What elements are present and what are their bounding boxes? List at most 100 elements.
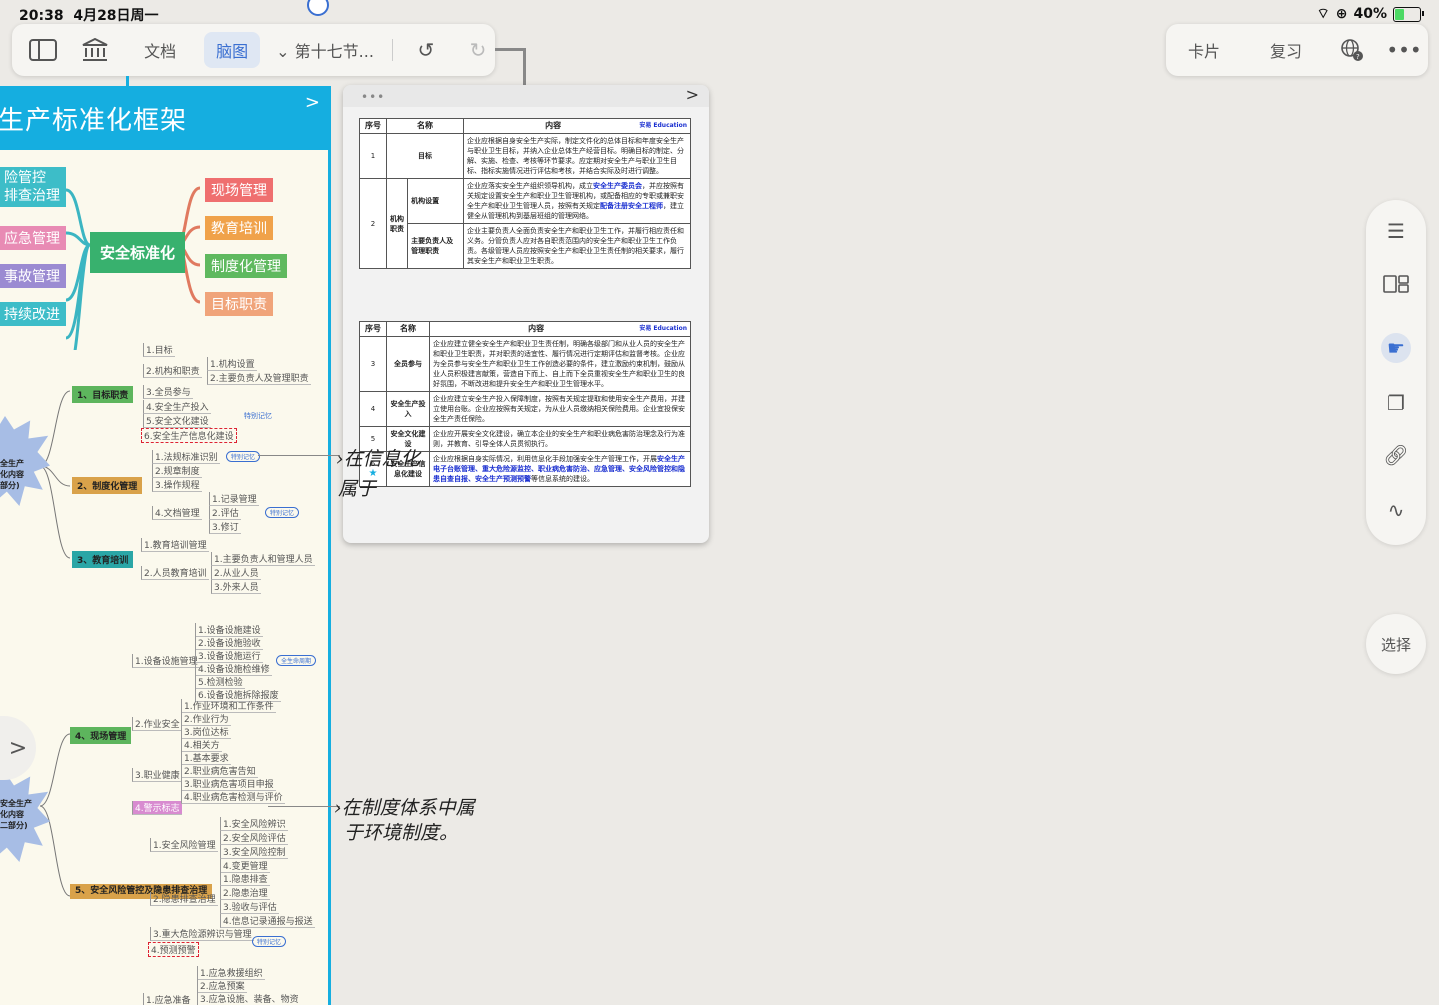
drag-handle-icon[interactable]: •••: [361, 90, 385, 104]
pen-icon[interactable]: ∿: [1381, 495, 1411, 525]
review-button[interactable]: 复习: [1258, 32, 1314, 68]
tree-item[interactable]: 2.安全风险评估: [220, 831, 288, 845]
tree-item[interactable]: 3.修订: [209, 520, 241, 534]
tree-item[interactable]: 2.规章制度: [152, 464, 202, 478]
tree-item[interactable]: 2.作业行为: [181, 712, 231, 726]
tree-item[interactable]: 1.设备设施管理: [132, 654, 200, 668]
tree-item[interactable]: 1.安全风险辨识: [220, 817, 288, 831]
tree-item[interactable]: 3.安全风险控制: [220, 845, 288, 859]
tree-item[interactable]: 4.设备设施检维修: [195, 662, 272, 676]
tree-item[interactable]: 1.主要负责人和管理人员: [211, 552, 315, 566]
tree-item[interactable]: 1.应急救援组织: [197, 966, 265, 980]
tree-item[interactable]: 1.应急准备: [143, 993, 193, 1005]
tree-item[interactable]: 3.职业健康: [132, 768, 182, 782]
outline-list-icon[interactable]: ☰: [1381, 216, 1411, 246]
tree-item[interactable]: 4.信息记录通报与报送: [220, 914, 315, 928]
tree-item[interactable]: 4.安全生产投入: [143, 400, 211, 414]
node-goal-duty[interactable]: 1、目标职责: [72, 386, 134, 403]
tree-item[interactable]: 3.全员参与: [143, 385, 193, 399]
pointer-hand-icon[interactable]: ☛: [1381, 333, 1411, 363]
handwritten-note-2b: 于环境制度。: [344, 822, 459, 844]
tree-item[interactable]: 1.机构设置: [207, 357, 257, 371]
left-box-risk[interactable]: 险管控 排查治理: [0, 167, 66, 207]
mindmap-panel: 生产标准化框架 > 险管控 排查治理 应急管理 事故管理 持续改进 安全标准化 现…: [0, 86, 331, 1005]
tree-item[interactable]: 1.作业环境和工作条件: [181, 699, 276, 713]
tree-item[interactable]: 3.职业病危害项目申报: [181, 777, 276, 791]
tree-item[interactable]: 5.检测检验: [195, 675, 245, 689]
right-box-site[interactable]: 现场管理: [205, 178, 273, 202]
special-memory-tag: 特别记忆: [252, 936, 287, 947]
tree-item[interactable]: 2.作业安全: [132, 717, 182, 731]
tree-item[interactable]: 2.职业病危害告知: [181, 764, 258, 778]
card-button[interactable]: 卡片: [1176, 32, 1232, 68]
tree-item[interactable]: 2.从业人员: [211, 566, 261, 580]
right-box-goal[interactable]: 目标职责: [205, 292, 273, 316]
layout-icon[interactable]: [1381, 269, 1411, 299]
tab-document[interactable]: 文档: [132, 32, 188, 68]
burst-part1-label: 全生产 化内容 部分): [0, 459, 24, 490]
tree-item[interactable]: 1.安全风险管理: [150, 838, 218, 852]
right-box-system[interactable]: 制度化管理: [205, 254, 287, 278]
web-search-icon[interactable]: ?: [1334, 32, 1370, 68]
center-node[interactable]: 安全标准化: [90, 232, 186, 273]
tree-item[interactable]: 2.设备设施验收: [195, 636, 263, 650]
chevron-right-icon[interactable]: >: [686, 85, 699, 104]
tree-item-highlighted[interactable]: 6.安全生产信息化建设: [141, 428, 237, 443]
tree-item[interactable]: 2.主要负责人及管理职责: [207, 371, 311, 385]
sidebar-toggle-icon[interactable]: [26, 32, 60, 68]
more-icon[interactable]: •••: [1386, 32, 1422, 68]
tree-item[interactable]: 3.外来人员: [211, 580, 261, 594]
chevron-right-icon[interactable]: >: [305, 92, 320, 113]
tree-item[interactable]: 4.文档管理: [152, 506, 202, 520]
tree-item[interactable]: 1.设备设施建设: [195, 623, 263, 637]
copy-icon[interactable]: ❐: [1381, 388, 1411, 418]
tree-item[interactable]: 1.记录管理: [209, 492, 259, 506]
right-toolbar: 卡片 复习 ? •••: [1166, 24, 1428, 76]
tree-item[interactable]: 2.评估: [209, 506, 241, 520]
tree-item[interactable]: 2.隐患治理: [220, 886, 270, 900]
node-site-mgmt[interactable]: 4、现场管理: [70, 727, 132, 744]
table-header: 内容 安易 Education: [429, 321, 691, 337]
tree-item[interactable]: 3.岗位达标: [181, 725, 231, 739]
tree-item-highlighted[interactable]: 4.预测预警: [148, 942, 199, 957]
tree-item[interactable]: 1.隐患排查: [220, 872, 270, 886]
tree-item[interactable]: 3.应急设施、装备、物资: [197, 992, 301, 1005]
tree-item[interactable]: 2.人员教育培训: [141, 566, 209, 580]
node-system-mgmt[interactable]: 2、制度化管理: [72, 477, 143, 494]
tree-item[interactable]: 1.法规标准识别: [152, 450, 220, 464]
tree-item[interactable]: 4.职业病危害检测与评价: [181, 790, 285, 804]
tree-item[interactable]: 5.安全文化建设: [143, 414, 211, 428]
special-memory-tag: 特别记忆: [226, 451, 261, 462]
tree-item[interactable]: 2.隐患排查治理: [150, 892, 218, 906]
tree-item[interactable]: 2.应急预案: [197, 979, 247, 993]
tree-item[interactable]: 3.设备设施运行: [195, 649, 263, 663]
tab-mindmap[interactable]: 脑图: [204, 32, 261, 68]
handwritten-note-1: ›在信息化: [336, 448, 420, 470]
right-box-training[interactable]: 教育培训: [205, 216, 273, 240]
tree-item[interactable]: 4.变更管理: [220, 859, 270, 873]
tree-item[interactable]: 3.重大危险源辨识与管理: [150, 927, 254, 941]
node-training[interactable]: 3、教育培训: [72, 551, 134, 568]
link-icon[interactable]: 🔗︎: [1381, 440, 1411, 470]
section-dropdown[interactable]: ⌄ 第十七节...: [264, 32, 386, 68]
tree-item[interactable]: 4.相关方: [181, 738, 222, 752]
table-row: 2 机构职责 机构设置 企业应落实安全生产组织领导机构，成立安全生产委员会，并应…: [359, 178, 691, 269]
left-box-accident[interactable]: 事故管理: [0, 264, 66, 288]
tree-item[interactable]: 3.操作规程: [152, 478, 202, 492]
tree-item[interactable]: 4.警示标志: [132, 801, 182, 815]
document-card-header: ••• >: [343, 85, 709, 107]
undo-icon[interactable]: ↺: [409, 32, 443, 68]
table-row: 3 全员参与 企业应建立健全安全生产和职业卫生责任制，明确各级部门和从业人员的安…: [359, 336, 691, 392]
select-button[interactable]: 选择: [1366, 614, 1426, 674]
tree-item[interactable]: 2.机构和职责: [143, 364, 202, 378]
tree-item[interactable]: 1.基本要求: [181, 751, 231, 765]
left-box-emergency[interactable]: 应急管理: [0, 226, 66, 250]
table-header: 名称: [386, 118, 464, 134]
table-header: 名称: [386, 321, 430, 337]
library-icon[interactable]: [78, 32, 112, 68]
tree-item[interactable]: 1.目标: [143, 343, 175, 357]
tree-item[interactable]: 1.教育培训管理: [141, 538, 209, 552]
tree-item[interactable]: 3.验收与评估: [220, 900, 279, 914]
redo-icon[interactable]: ↻: [461, 32, 495, 68]
left-box-improve[interactable]: 持续改进: [0, 302, 66, 326]
